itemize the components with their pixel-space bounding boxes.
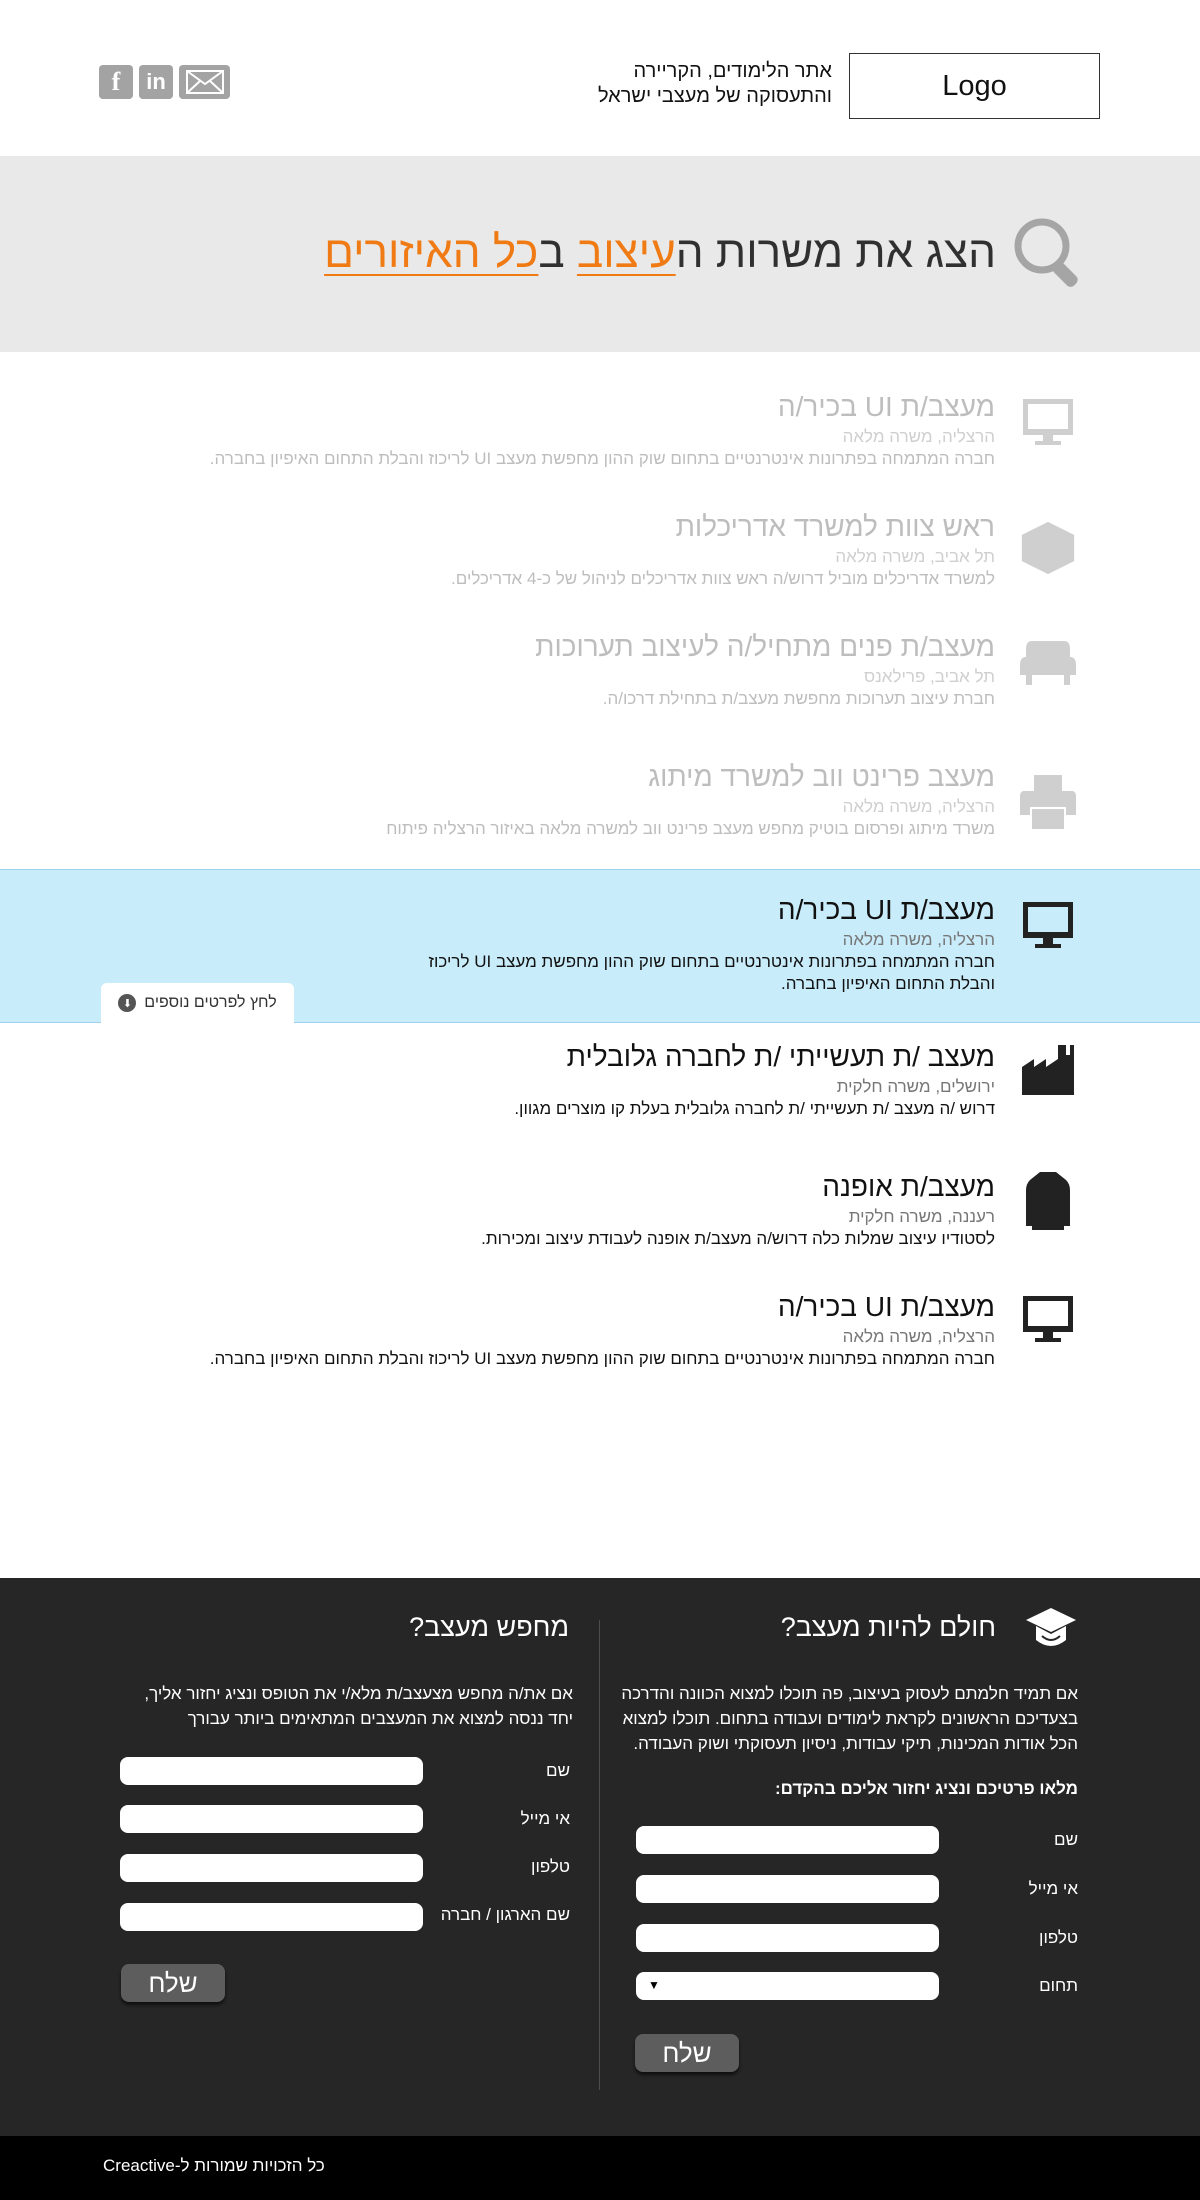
phone-label: טלפון [531,1857,570,1876]
field-select[interactable]: ▼ [636,1972,939,2000]
job-desc: לסטודיו עיצוב שמלות כלה דרוש/ה מעצב/ת או… [481,1229,995,1248]
more-details-button[interactable]: לחץ לפרטים נוספים ⬇ [101,983,294,1023]
dreamer-name-input[interactable] [636,1826,939,1854]
dreamer-send-button[interactable]: שלח [635,2034,739,2072]
region-filter-link[interactable]: כל האיזורים [324,228,538,277]
job-title[interactable]: מעצב/ת פנים מתחיל/ה לעיצוב תערוכות [195,630,995,664]
seeker-title: מחפש מעצב? [409,1612,569,1642]
job-title[interactable]: מעצב /ת תעשייתי /ת לחברה גלובלית [195,1040,995,1074]
job-meta: הרצליה, משרה מלאה [842,427,995,446]
monitor-icon [1020,395,1076,451]
job-listing[interactable]: מעצב/ת פנים מתחיל/ה לעיצוב תערוכות תל אב… [0,630,1200,740]
seeker-description: אם את/ה מחפש מצעצב/ת מלא/י את הטופס ונצי… [144,1684,573,1728]
linkedin-icon[interactable]: in [139,65,173,99]
job-desc: למשרד אדריכלים מוביל דרוש/ה ראש צוות אדר… [451,569,995,588]
arrow-down-icon: ⬇ [118,994,137,1012]
hero-title: הצג את משרות העיצוב בכל האיזורים [324,225,996,281]
name-label: שם [546,1761,570,1780]
job-desc: חברת עיצוב תערוכות מחפשת מעצב/ת בתחילת ד… [602,689,995,708]
job-desc: חברה המתמחה בפתרונות אינטרנטיים בתחום שו… [209,1349,995,1368]
hero-title-text-2: ב [538,228,577,277]
field-label: תחום [1039,1976,1078,1995]
hero-title-text: הצג את משרות ה [675,228,996,277]
job-text: מעצב פרינט ווב למשרד מיתוג הרצליה, משרה … [195,760,995,840]
job-text: מעצב/ת UI בכיר/ה הרצליה, משרה מלאה חברה … [385,893,995,995]
tagline-line-1: אתר הלימודים, הקריירה [633,60,833,82]
design-filter-link[interactable]: עיצוב [577,228,676,277]
job-meta: הרצליה, משרה מלאה [842,930,995,949]
logo[interactable]: Logo [849,53,1100,119]
site-tagline: אתר הלימודים, הקריירה והתעסוקה של מעצבי … [598,59,832,109]
dreamer-email-input[interactable] [636,1875,939,1903]
job-text: מעצב/ת UI בכיר/ה הרצליה, משרה מלאה חברה … [195,1290,995,1370]
social-links: f in [99,65,230,99]
job-title[interactable]: מעצב/ת אופנה [195,1170,995,1204]
job-desc: חברה המתמחה בפתרונות אינטרנטיים בתחום שו… [209,449,995,468]
dreamer-form-subtitle: מלאו פרטיכם ונציג יחזור אליכם בהקדם: [774,1779,1078,1798]
job-listing[interactable]: מעצב/ת אופנה רעננה, משרה חלקית לסטודיו ע… [0,1170,1200,1280]
name-label: שם [1054,1830,1078,1849]
seeker-name-input[interactable] [120,1757,423,1785]
monitor-icon [1020,1292,1076,1348]
tagline-line-2: והתעסוקה של מעצבי ישראל [597,85,832,107]
job-title[interactable]: מעצב/ת UI בכיר/ה [195,1290,995,1324]
site-header: Logo אתר הלימודים, הקריירה והתעסוקה של מ… [0,0,1200,156]
job-meta: ירושלים, משרה חלקית [836,1077,995,1096]
copyright-text: כל הזכויות שמורות ל-Creactive [103,2156,325,2175]
dreamer-phone-input[interactable] [636,1924,939,1952]
job-listing[interactable]: מעצב פרינט ווב למשרד מיתוג הרצליה, משרה … [0,760,1200,870]
job-meta: הרצליה, משרה מלאה [842,797,995,816]
seeker-email-input[interactable] [120,1805,423,1833]
job-text: ראש צוות למשרד אדריכלות תל אביב, משרה מל… [195,510,995,590]
job-listing[interactable]: מעצב /ת תעשייתי /ת לחברה גלובלית ירושלים… [0,1040,1200,1150]
job-meta: רעננה, משרה חלקית [848,1207,995,1226]
job-listing[interactable]: ראש צוות למשרד אדריכלות תל אביב, משרה מל… [0,510,1200,620]
job-meta: תל אביב, משרה מלאה [835,547,995,566]
column-divider [599,1620,600,2090]
job-text: מעצב/ת אופנה רעננה, משרה חלקית לסטודיו ע… [195,1170,995,1250]
job-title[interactable]: מעצב/ת UI בכיר/ה [195,390,995,424]
job-text: מעצב/ת UI בכיר/ה הרצליה, משרה מלאה חברה … [195,390,995,470]
factory-icon [1020,1042,1076,1098]
facebook-icon[interactable]: f [99,65,133,99]
job-listing[interactable]: מעצב/ת UI בכיר/ה הרצליה, משרה מלאה חברה … [0,1290,1200,1400]
job-meta: תל אביב, פרילאנס [864,667,995,686]
copyright-bar: כל הזכויות שמורות ל-Creactive [0,2136,1200,2200]
job-title[interactable]: מעצב/ת UI בכיר/ה [385,893,995,927]
job-title[interactable]: מעצב פרינט ווב למשרד מיתוג [195,760,995,794]
job-text: מעצב/ת פנים מתחיל/ה לעיצוב תערוכות תל אב… [195,630,995,710]
armchair-icon [1020,635,1076,691]
suit-icon [1020,1170,1076,1236]
seeker-send-button[interactable]: שלח [121,1964,225,2002]
dreamer-title: חולם להיות מעצב? [780,1612,996,1642]
company-label: שם הארגון / חברה [440,1905,570,1924]
printer-icon [1020,772,1076,832]
email-label: אי מייל [1028,1879,1078,1898]
more-details-label: לחץ לפרטים נוספים [144,994,277,1011]
seeker-company-input[interactable] [120,1903,423,1931]
job-title[interactable]: ראש צוות למשרד אדריכלות [195,510,995,544]
job-desc: חברה המתמחה בפתרונות אינטרנטיים בתחום שו… [428,952,995,993]
monitor-icon [1020,898,1076,954]
job-desc: דרוש /ה מעצב /ת תעשייתי /ת לחברה גלובלית… [514,1099,995,1118]
job-meta: הרצליה, משרה מלאה [842,1327,995,1346]
dreamer-description: אם תמיד חלמתם לעסוק בעיצוב, פה תוכלו למצ… [621,1684,1078,1753]
mail-icon[interactable] [179,65,230,99]
logo-text: Logo [942,69,1007,102]
job-text: מעצב /ת תעשייתי /ת לחברה גלובלית ירושלים… [195,1040,995,1120]
job-desc: משרד מיתוג ופרסום בוטיק מחפש מעצב פרינט … [386,819,995,838]
hero-banner: הצג את משרות העיצוב בכל האיזורים [0,156,1200,352]
chevron-down-icon: ▼ [648,1978,660,1992]
phone-label: טלפון [1039,1928,1078,1947]
contact-section: חולם להיות מעצב? אם תמיד חלמתם לעסוק בעי… [0,1578,1200,2136]
graduate-cap-icon [1026,1606,1076,1652]
seeker-phone-input[interactable] [120,1854,423,1882]
email-label: אי מייל [520,1809,570,1828]
building-icon [1020,517,1076,579]
job-listing[interactable]: מעצב/ת UI בכיר/ה הרצליה, משרה מלאה חברה … [0,390,1200,500]
search-icon[interactable] [1012,216,1087,291]
